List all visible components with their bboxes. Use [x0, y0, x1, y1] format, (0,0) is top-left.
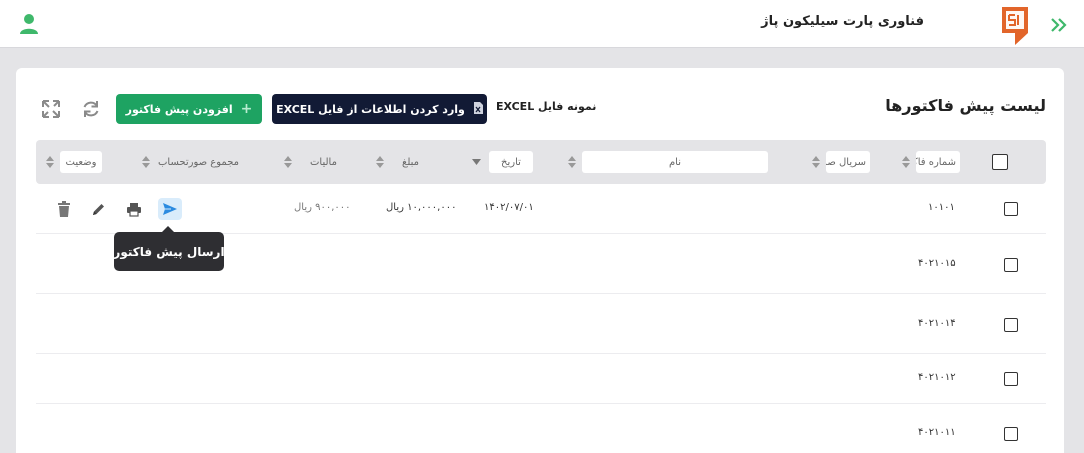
select-all-checkbox-cell: [992, 140, 1008, 184]
edit-button[interactable]: [86, 198, 110, 220]
select-all-checkbox[interactable]: [992, 154, 1008, 170]
add-button-label: افزودن پیش فاکتور: [125, 102, 233, 116]
sort-icon[interactable]: [812, 156, 820, 168]
import-button-label: وارد کردن اطلاعات از فایل EXCEL: [276, 102, 465, 116]
sample-excel-link[interactable]: نمونه فایل EXCEL: [496, 100, 596, 113]
trash-icon: [58, 201, 70, 217]
brand-name: فناوری پارت سیلیکون پاژ: [761, 14, 924, 29]
tax-header-label: مالیات: [310, 156, 337, 168]
send-invoice-tooltip: ارسال پیش فاکتور: [113, 226, 225, 271]
send-invoice-button[interactable]: [158, 198, 182, 220]
printer-icon: [127, 202, 141, 217]
table-row[interactable]: ۴۰۲۱۰۱۴: [36, 294, 1046, 354]
top-bar: فناوری پارت سیلیکون پاژ: [0, 0, 1084, 48]
row-checkbox[interactable]: [1004, 258, 1018, 272]
row-checkbox[interactable]: [1004, 318, 1018, 332]
column-serial: سریال صو: [812, 140, 870, 184]
table-row[interactable]: ۴۰۲۱۰۱۱: [36, 404, 1046, 453]
row-checkbox[interactable]: [1004, 202, 1018, 216]
plus-icon: +: [240, 101, 253, 117]
column-amount: مبلغ: [376, 140, 419, 184]
sort-icon[interactable]: [142, 156, 150, 168]
status-filter[interactable]: وضعیت: [60, 151, 102, 173]
sort-icon[interactable]: [284, 156, 292, 168]
excel-file-icon: [473, 101, 483, 117]
invoice-number-cell: ۴۰۲۱۰۱۱: [918, 427, 956, 438]
refresh-icon[interactable]: [80, 98, 102, 120]
tax-cell: ۹۰۰,۰۰۰ ریال: [294, 202, 351, 213]
serial-filter[interactable]: سریال صو: [826, 151, 870, 173]
user-icon[interactable]: [19, 13, 39, 35]
row-checkbox[interactable]: [1004, 372, 1018, 386]
sort-icon[interactable]: [46, 156, 54, 168]
invoice-number-filter[interactable]: شماره فاک: [916, 151, 960, 173]
sort-icon[interactable]: [568, 156, 576, 168]
table-row[interactable]: ۱۰۱۰۱ ۱۴۰۲/۰۷/۰۱ ۱۰,۰۰۰,۰۰۰ ریال ۹۰۰,۰۰۰…: [36, 184, 1046, 234]
table-row[interactable]: ۴۰۲۱۰۱۲: [36, 354, 1046, 404]
brand-logo: [1001, 6, 1029, 46]
date-filter[interactable]: تاریخ: [489, 151, 533, 173]
send-icon: [163, 203, 177, 215]
column-tax: مالیات: [284, 140, 337, 184]
sort-desc-icon[interactable]: [472, 159, 481, 165]
pencil-icon: [92, 203, 104, 215]
page-title: لیست پیش فاکتورها: [885, 96, 1046, 115]
sort-icon[interactable]: [376, 156, 384, 168]
table-header: شماره فاک سریال صو نام تاریخ مبلغ مالیات…: [36, 140, 1046, 184]
sort-icon[interactable]: [902, 156, 910, 168]
invoice-number-cell: ۴۰۲۱۰۱۵: [918, 258, 956, 269]
column-status: وضعیت: [46, 140, 102, 184]
date-cell: ۱۴۰۲/۰۷/۰۱: [484, 202, 534, 213]
row-checkbox[interactable]: [1004, 427, 1018, 441]
amount-header-label: مبلغ: [402, 156, 420, 168]
fullscreen-icon[interactable]: [40, 98, 62, 120]
add-invoice-button[interactable]: + افزودن پیش فاکتور: [116, 94, 262, 124]
import-excel-button[interactable]: وارد کردن اطلاعات از فایل EXCEL: [272, 94, 487, 124]
invoice-number-cell: ۴۰۲۱۰۱۲: [918, 372, 956, 383]
delete-button[interactable]: [52, 198, 76, 220]
column-total: مجموع صورتحساب: [142, 140, 239, 184]
name-filter[interactable]: نام: [582, 151, 768, 173]
print-button[interactable]: [122, 198, 146, 220]
double-chevron-right-icon[interactable]: [1048, 15, 1070, 35]
column-date: تاریخ: [472, 140, 533, 184]
amount-cell: ۱۰,۰۰۰,۰۰۰ ریال: [386, 202, 457, 213]
invoice-number-cell: ۱۰۱۰۱: [928, 202, 955, 213]
column-invoice-number: شماره فاک: [902, 140, 960, 184]
invoice-number-cell: ۴۰۲۱۰۱۴: [918, 318, 956, 329]
column-name: نام: [568, 140, 768, 184]
total-header-label: مجموع صورتحساب: [158, 156, 240, 168]
